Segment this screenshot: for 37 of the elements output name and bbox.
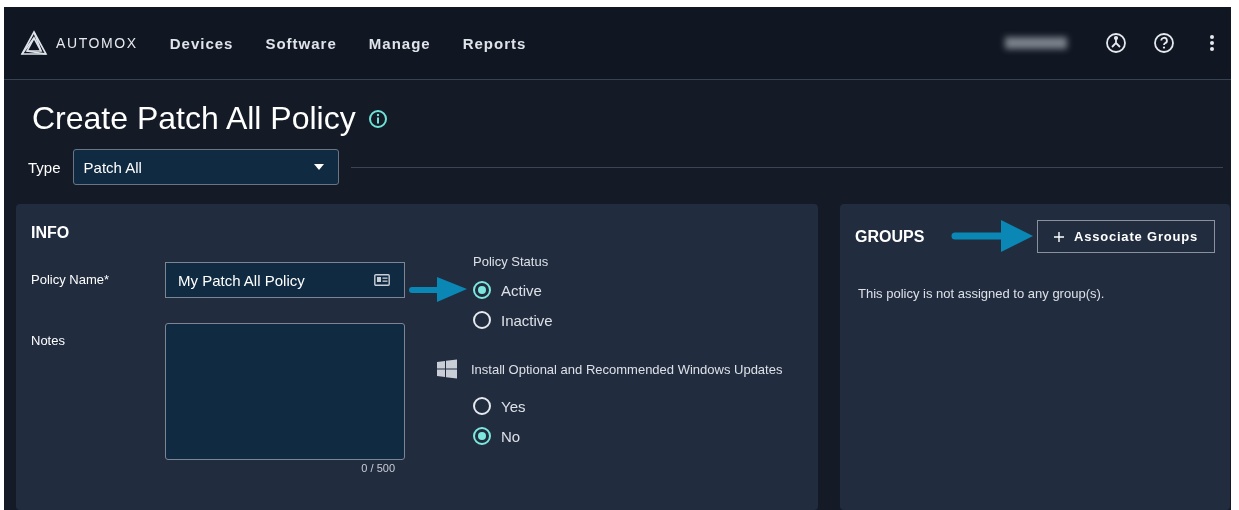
radio-button[interactable] <box>473 311 491 329</box>
plus-icon <box>1053 231 1064 242</box>
brand-name: AUTOMOX <box>56 35 138 51</box>
radio-button[interactable] <box>473 281 491 299</box>
empty-state-text: This policy is not assigned to any group(s). <box>858 286 1106 301</box>
panel-heading: GROUPS <box>855 227 925 246</box>
type-dropdown[interactable]: Patch All <box>72 149 339 185</box>
contact-card-icon <box>374 274 390 286</box>
radio-label: Yes <box>501 397 526 415</box>
radio-label: No <box>501 427 521 445</box>
panel-heading: INFO <box>31 224 71 242</box>
triangle-logo-icon <box>20 30 48 56</box>
policy-name-field[interactable]: My Patch All Policy <box>165 262 405 298</box>
help-icon[interactable] <box>1153 32 1175 54</box>
radio-button[interactable] <box>473 397 491 415</box>
org-icon[interactable] <box>1105 32 1127 54</box>
field-label: Notes <box>31 332 66 350</box>
radio-label: Inactive <box>501 311 553 329</box>
more-menu-icon[interactable] <box>1209 34 1215 52</box>
nav-link[interactable]: Software <box>265 34 337 52</box>
info-icon[interactable] <box>367 108 388 129</box>
redacted-username <box>1005 37 1067 49</box>
caret-icon <box>313 164 324 170</box>
nav-link[interactable]: Devices <box>169 34 234 52</box>
field-label: Policy Name* <box>31 271 111 289</box>
radio-button[interactable] <box>473 427 491 445</box>
nav-link[interactable]: Reports <box>462 34 527 52</box>
type-label: Type <box>28 158 61 176</box>
windows-icon <box>437 359 457 379</box>
radio-label: Active <box>501 281 542 299</box>
group-label: Policy Status <box>473 254 550 269</box>
page-title: Create Patch All Policy <box>32 100 356 137</box>
associate-groups-button[interactable]: Associate Groups <box>1036 220 1215 253</box>
character-counter: 0 / 500 <box>361 462 395 474</box>
group-label: Install Optional and Recommended Windows Updates <box>471 361 783 377</box>
notes-field[interactable] <box>165 323 405 460</box>
nav-link[interactable]: Manage <box>368 34 431 52</box>
